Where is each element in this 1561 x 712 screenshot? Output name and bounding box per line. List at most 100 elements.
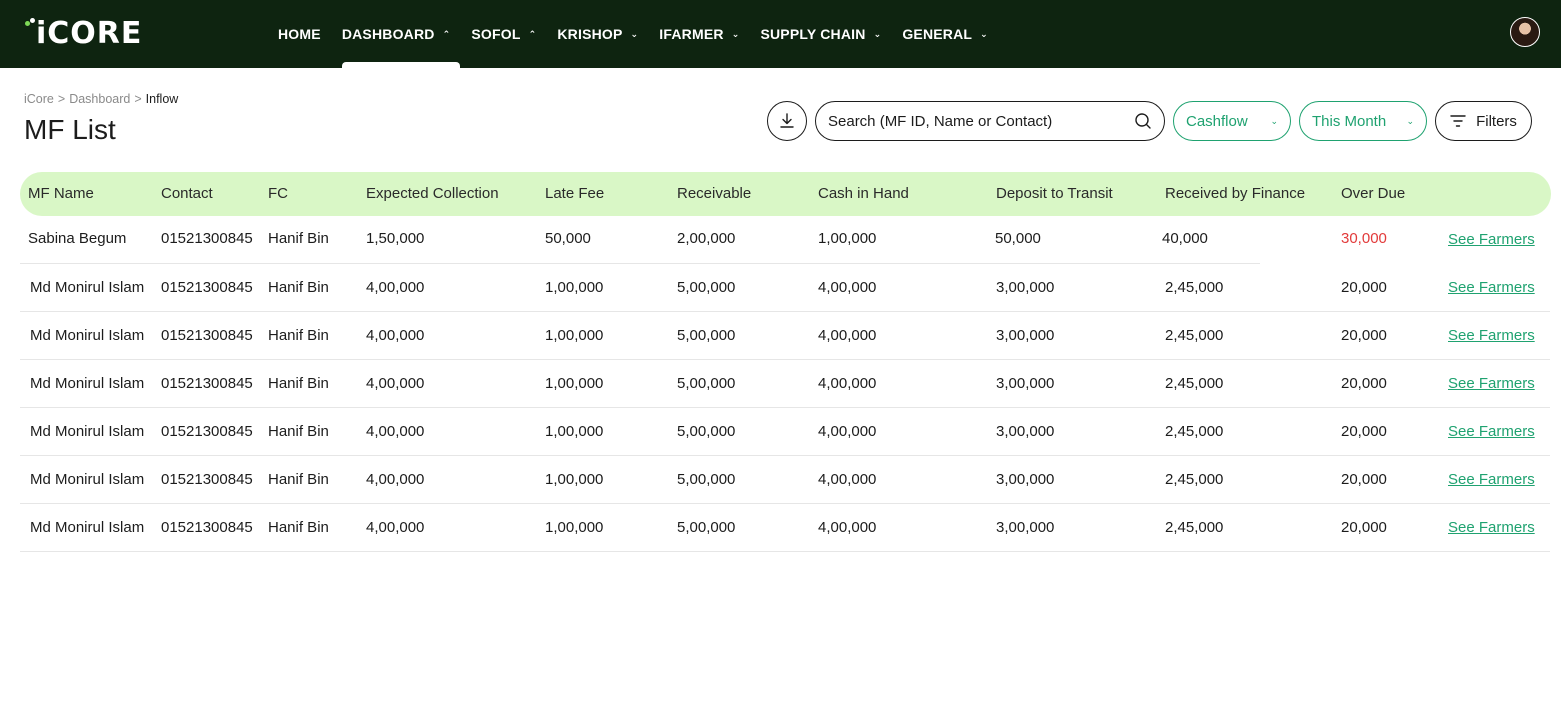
column-header: Expected Collection <box>366 185 499 202</box>
breadcrumb-current: Inflow <box>145 92 179 106</box>
see-farmers-link[interactable]: See Farmers <box>1448 216 1535 264</box>
nav-item-label: HOME <box>278 26 321 42</box>
top-navbar: iCORE HOME DASHBOARD ⌃ SOFOL ⌃ KRISHOP ⌄ IFARME… <box>0 0 1561 68</box>
cell-contact: 01521300845 <box>161 375 253 392</box>
nav-item-label: SOFOL <box>471 26 521 42</box>
see-farmers-link[interactable]: See Farmers <box>1448 312 1535 360</box>
cell-late-fee: 1,00,000 <box>545 327 604 344</box>
breadcrumb-link[interactable]: Dashboard <box>69 92 130 106</box>
logo-dots <box>24 16 36 52</box>
period-select-label: This Month <box>1312 112 1387 130</box>
cell-received: 2,45,000 <box>1165 279 1224 296</box>
period-select[interactable]: This Month ⌄ <box>1299 101 1427 141</box>
nav-item-krishop[interactable]: KRISHOP ⌄ <box>557 0 638 68</box>
nav-item-general[interactable]: GENERAL ⌄ <box>902 0 988 68</box>
cell-late-fee: 1,00,000 <box>545 423 604 440</box>
cell-contact: 01521300845 <box>161 327 253 344</box>
cell-deposit: 3,00,000 <box>996 279 1055 296</box>
cell-cash-in-hand: 1,00,000 <box>818 230 877 247</box>
nav-item-dashboard[interactable]: DASHBOARD ⌃ <box>341 0 460 68</box>
cell-receivable: 5,00,000 <box>677 375 736 392</box>
cell-contact: 01521300845 <box>161 230 253 247</box>
see-farmers-link[interactable]: See Farmers <box>1448 264 1535 312</box>
nav-item-label: SUPPLY CHAIN <box>760 26 866 42</box>
cell-received: 2,45,000 <box>1165 471 1224 488</box>
column-header: Contact <box>161 185 213 202</box>
cell-received: 2,45,000 <box>1165 519 1224 536</box>
cell-expected: 4,00,000 <box>366 375 425 392</box>
cell-over-due: 20,000 <box>1341 423 1387 440</box>
breadcrumb: iCore > Dashboard > Inflow <box>24 92 178 106</box>
nav-item-label: IFARMER <box>659 26 724 42</box>
see-farmers-link[interactable]: See Farmers <box>1448 456 1535 504</box>
download-button[interactable] <box>767 101 807 141</box>
chevron-down-icon: ⌄ <box>1270 115 1278 126</box>
table-row[interactable]: Md Monirul Islam 01521300845 Hanif Bin 4,00… <box>20 408 1550 456</box>
cell-over-due: 20,000 <box>1341 327 1387 344</box>
nav-item-supply-chain[interactable]: SUPPLY CHAIN ⌄ <box>760 0 881 68</box>
cell-contact: 01521300845 <box>161 423 253 440</box>
table-row[interactable]: Md Monirul Islam 01521300845 Hanif Bin 4,00… <box>20 312 1550 360</box>
cell-fc: Hanif Bin <box>268 375 329 392</box>
column-header: Deposit to Transit <box>996 185 1113 202</box>
nav-item-ifarmer[interactable]: IFARMER ⌄ <box>659 0 739 68</box>
nav-item-label: GENERAL <box>902 26 973 42</box>
breadcrumb-link[interactable]: iCore <box>24 92 54 106</box>
column-header: Cash in Hand <box>818 185 909 202</box>
cell-mf-name: Md Monirul Islam <box>30 423 145 440</box>
nav-item-label: DASHBOARD <box>341 26 435 42</box>
cell-deposit: 50,000 <box>995 230 1041 247</box>
nav-item-sofol[interactable]: SOFOL ⌃ <box>471 0 536 68</box>
column-header: Late Fee <box>545 185 605 202</box>
brand-logo[interactable]: iCORE <box>24 16 142 52</box>
table-row[interactable]: Md Monirul Islam 01521300845 Hanif Bin 4,00… <box>20 264 1550 312</box>
cell-receivable: 2,00,000 <box>677 230 736 247</box>
cell-fc: Hanif Bin <box>268 230 329 247</box>
chevron-down-icon: ⌄ <box>731 28 740 39</box>
cell-mf-name: Md Monirul Islam <box>30 327 145 344</box>
user-avatar[interactable] <box>1510 17 1540 47</box>
cell-fc: Hanif Bin <box>268 471 329 488</box>
cell-cash-in-hand: 4,00,000 <box>818 375 877 392</box>
cell-fc: Hanif Bin <box>268 423 329 440</box>
see-farmers-link[interactable]: See Farmers <box>1448 408 1535 456</box>
cell-fc: Hanif Bin <box>268 519 329 536</box>
cell-late-fee: 1,00,000 <box>545 471 604 488</box>
column-header: MF Name <box>28 185 94 202</box>
cell-late-fee: 1,00,000 <box>545 519 604 536</box>
column-header: FC <box>268 185 288 202</box>
table-row[interactable]: Md Monirul Islam 01521300845 Hanif Bin 4,00… <box>20 456 1550 504</box>
table-row[interactable]: Md Monirul Islam 01521300845 Hanif Bin 4,00… <box>20 360 1550 408</box>
search-input[interactable] <box>828 112 1134 130</box>
cell-receivable: 5,00,000 <box>677 327 736 344</box>
search-icon[interactable] <box>1134 112 1152 130</box>
cell-cash-in-hand: 4,00,000 <box>818 471 877 488</box>
cell-fc: Hanif Bin <box>268 279 329 296</box>
column-header: Receivable <box>677 185 752 202</box>
nav-item-home[interactable]: HOME <box>278 0 321 68</box>
table-row[interactable]: Sabina Begum 01521300845 Hanif Bin 1,50,000… <box>20 216 1550 264</box>
cell-cash-in-hand: 4,00,000 <box>818 423 877 440</box>
cell-receivable: 5,00,000 <box>677 471 736 488</box>
column-header: Received by Finance <box>1165 185 1306 202</box>
cell-receivable: 5,00,000 <box>677 423 736 440</box>
chevron-down-icon: ⌄ <box>873 28 882 39</box>
column-header: Over Due <box>1341 185 1406 202</box>
download-icon <box>780 113 794 128</box>
see-farmers-link[interactable]: See Farmers <box>1448 504 1535 552</box>
cell-over-due: 20,000 <box>1341 279 1387 296</box>
filters-button-label: Filters <box>1476 112 1517 130</box>
cell-expected: 4,00,000 <box>366 519 425 536</box>
cell-over-due: 20,000 <box>1341 471 1387 488</box>
filter-icon <box>1450 115 1466 127</box>
cell-expected: 4,00,000 <box>366 423 425 440</box>
chevron-down-icon: ⌄ <box>630 28 639 39</box>
cell-mf-name: Md Monirul Islam <box>30 375 145 392</box>
cashflow-select[interactable]: Cashflow ⌄ <box>1173 101 1291 141</box>
table-row[interactable]: Md Monirul Islam 01521300845 Hanif Bin 4,00… <box>20 504 1550 552</box>
cell-contact: 01521300845 <box>161 471 253 488</box>
see-farmers-link[interactable]: See Farmers <box>1448 360 1535 408</box>
cell-mf-name: Md Monirul Islam <box>30 279 145 296</box>
cell-deposit: 3,00,000 <box>996 375 1055 392</box>
filters-button[interactable]: Filters <box>1435 101 1532 141</box>
